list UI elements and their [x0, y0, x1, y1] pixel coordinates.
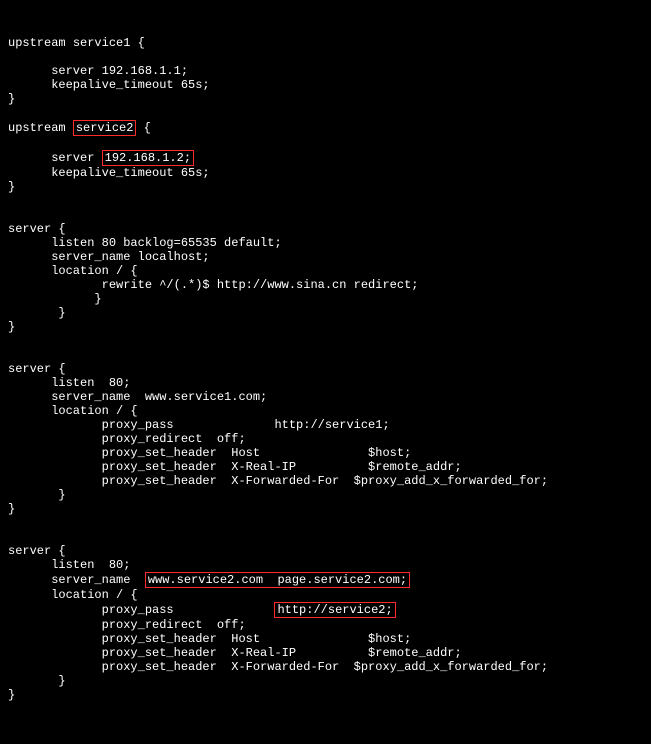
server3-location-close: } — [8, 674, 66, 688]
nginx-config: upstream service1 { server 192.168.1.1; … — [8, 36, 643, 702]
server3-location-open: location / { — [8, 588, 138, 602]
server2-proxy-redirect: proxy_redirect off; — [8, 432, 246, 446]
server2-location-close: } — [8, 488, 66, 502]
server2-location-open: location / { — [8, 404, 138, 418]
server3-close: } — [8, 688, 15, 702]
upstream1-close: } — [8, 92, 15, 106]
server2-proxy-host: proxy_set_header Host $host; — [8, 446, 411, 460]
server3-server-name-prefix: server_name — [8, 573, 145, 587]
upstream1-server: server 192.168.1.1; — [8, 64, 188, 78]
server2-close: } — [8, 502, 15, 516]
server2-listen: listen 80; — [8, 376, 130, 390]
server1-inner-close: } — [8, 306, 66, 320]
server1-rewrite: rewrite ^/(.*)$ http://www.sina.cn redir… — [8, 278, 418, 292]
server1-location-close: } — [8, 292, 102, 306]
server3-proxy-pass-prefix: proxy_pass — [8, 603, 274, 617]
server2-proxy-pass: proxy_pass http://service1; — [8, 418, 390, 432]
server1-location-open: location / { — [8, 264, 138, 278]
server3-proxy-realip: proxy_set_header X-Real-IP $remote_addr; — [8, 646, 462, 660]
upstream1-header-suffix: { — [130, 36, 144, 50]
server2-proxy-fwd: proxy_set_header X-Forwarded-For $proxy_… — [8, 474, 548, 488]
server3-open: server { — [8, 544, 66, 558]
upstream1-name: service1 — [73, 36, 131, 50]
server1-close: } — [8, 320, 15, 334]
upstream2-header-suffix: { — [136, 121, 150, 135]
highlight-upstream2-name: service2 — [73, 120, 137, 136]
highlight-server3-server-name: www.service2.com page.service2.com; — [145, 572, 410, 588]
server3-proxy-redirect: proxy_redirect off; — [8, 618, 246, 632]
upstream2-close: } — [8, 180, 15, 194]
upstream2-keepalive: keepalive_timeout 65s; — [8, 166, 210, 180]
server2-server-name: server_name www.service1.com; — [8, 390, 267, 404]
highlight-upstream2-server: 192.168.1.2; — [102, 150, 194, 166]
server1-open: server { — [8, 222, 66, 236]
upstream1-header-prefix: upstream — [8, 36, 73, 50]
server2-open: server { — [8, 362, 66, 376]
upstream2-header-prefix: upstream — [8, 121, 73, 135]
upstream1-keepalive: keepalive_timeout 65s; — [8, 78, 210, 92]
server1-listen: listen 80 backlog=65535 default; — [8, 236, 282, 250]
server3-proxy-host: proxy_set_header Host $host; — [8, 632, 411, 646]
server2-proxy-realip: proxy_set_header X-Real-IP $remote_addr; — [8, 460, 462, 474]
server3-proxy-fwd: proxy_set_header X-Forwarded-For $proxy_… — [8, 660, 548, 674]
server3-listen: listen 80; — [8, 558, 130, 572]
upstream2-server-indent: server — [8, 151, 102, 165]
highlight-server3-proxy-pass: http://service2; — [274, 602, 395, 618]
server1-server-name: server_name localhost; — [8, 250, 210, 264]
